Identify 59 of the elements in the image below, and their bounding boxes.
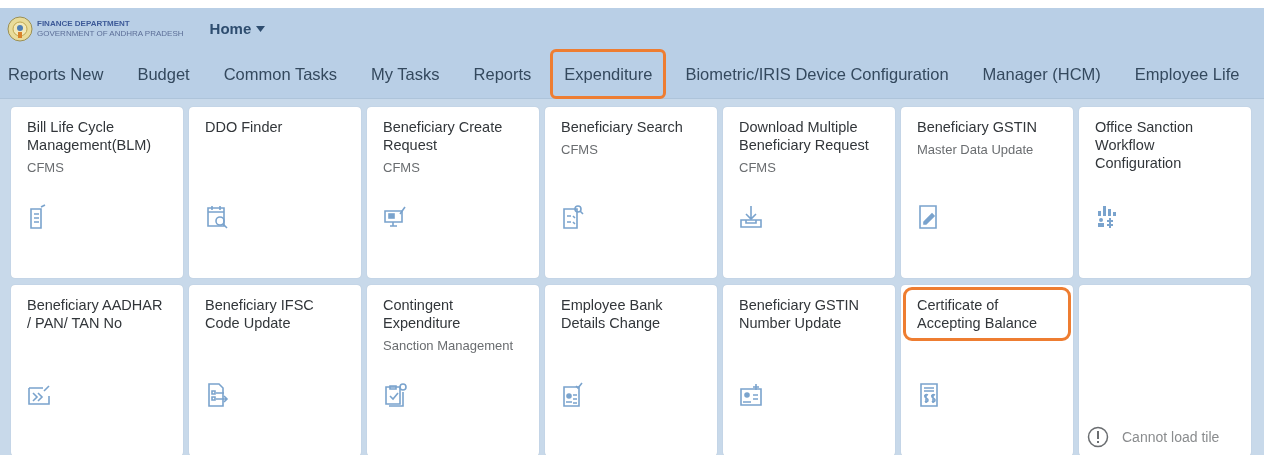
warning-icon xyxy=(1087,426,1109,448)
tile[interactable]: Office Sanction Workflow Configuration xyxy=(1079,107,1251,278)
tile-title: Employee Bank Details Change xyxy=(561,296,664,332)
tile[interactable]: DDO Finder xyxy=(189,107,361,278)
tile-subtitle: Master Data Update xyxy=(917,142,1035,158)
nav-tab[interactable]: Reports New xyxy=(5,48,120,100)
tile[interactable]: Bill Life Cycle Management(BLM) CFMS xyxy=(11,107,183,278)
tile-title: Contingent Expenditure xyxy=(383,296,462,332)
tile[interactable]: Certificate of Accepting Balance xyxy=(901,285,1073,455)
tile-title: Certificate of Accepting Balance xyxy=(917,296,1039,332)
tile-title: Bill Life Cycle Management(BLM) xyxy=(27,118,153,154)
error-message: Cannot load tile xyxy=(1122,427,1220,447)
person-card-add-icon xyxy=(739,382,763,408)
monitor-edit-icon xyxy=(383,204,407,230)
inbox-forward-icon xyxy=(27,382,51,408)
tile-title: Beneficiary GSTIN Number Update xyxy=(739,296,861,332)
dollar-document-icon xyxy=(917,382,941,408)
tile[interactable]: Contingent Expenditure Sanction Management xyxy=(367,285,539,455)
tile-subtitle: CFMS xyxy=(383,160,421,176)
tile[interactable]: Beneficiary IFSC Code Update xyxy=(189,285,361,455)
chart-person-icon xyxy=(1095,204,1119,230)
tile-title: Beneficiary IFSC Code Update xyxy=(205,296,315,332)
tile-title: Office Sanction Workflow Configuration xyxy=(1095,118,1195,172)
person-card-icon xyxy=(561,382,585,408)
nav-tab[interactable]: Budget xyxy=(121,48,206,100)
nav-tab[interactable]: My Tasks xyxy=(355,48,456,100)
home-menu[interactable]: Home xyxy=(209,17,266,41)
tile[interactable]: Beneficiary GSTIN Master Data Update xyxy=(901,107,1073,278)
nav-tab[interactable]: Common Tasks xyxy=(207,48,354,100)
tile-subtitle: CFMS xyxy=(739,160,777,176)
tile-subtitle: CFMS xyxy=(561,142,599,158)
emblem-icon xyxy=(7,16,33,42)
tile-title: Download Multiple Beneficiary Request xyxy=(739,118,870,154)
tile[interactable]: Beneficiary Create Request CFMS xyxy=(367,107,539,278)
list-arrow-icon xyxy=(205,382,229,408)
logo-title: FINANCE DEPARTMENT xyxy=(37,20,131,28)
tile-title: Beneficiary Create Request xyxy=(383,118,504,154)
tile-title: DDO Finder xyxy=(205,118,284,136)
caret-icon xyxy=(256,26,266,32)
download-tray-icon xyxy=(739,204,763,230)
clipboard-clock-icon xyxy=(383,382,407,408)
tile[interactable]: Employee Bank Details Change xyxy=(545,285,717,455)
tile-title: Beneficiary AADHAR / PAN/ TAN No xyxy=(27,296,164,332)
nav-tab[interactable]: Employee Life xyxy=(1118,48,1256,100)
tile[interactable]: Download Multiple Beneficiary Request CFMS xyxy=(723,107,895,278)
tile[interactable]: Beneficiary GSTIN Number Update xyxy=(723,285,895,455)
tile-title: Beneficiary GSTIN xyxy=(917,118,1039,136)
tile-title: Beneficiary Search xyxy=(561,118,684,136)
logo-subtitle: GOVERNMENT OF ANDHRA PRADESH xyxy=(37,30,184,38)
nav-tab[interactable]: Biometric/IRIS Device Configuration xyxy=(669,48,965,100)
tile-subtitle: CFMS xyxy=(27,160,65,176)
tile[interactable]: Beneficiary Search CFMS xyxy=(545,107,717,278)
calendar-search-icon xyxy=(205,204,229,230)
tile-subtitle: Sanction Management xyxy=(383,338,515,354)
nav-tab[interactable]: Reports xyxy=(457,48,548,100)
checklist-search-icon xyxy=(561,204,585,230)
nav-tab[interactable]: Expenditure xyxy=(550,48,667,100)
nav-tab[interactable]: Manager (HCM) xyxy=(966,48,1117,100)
tile[interactable]: Beneficiary AADHAR / PAN/ TAN No xyxy=(11,285,183,455)
